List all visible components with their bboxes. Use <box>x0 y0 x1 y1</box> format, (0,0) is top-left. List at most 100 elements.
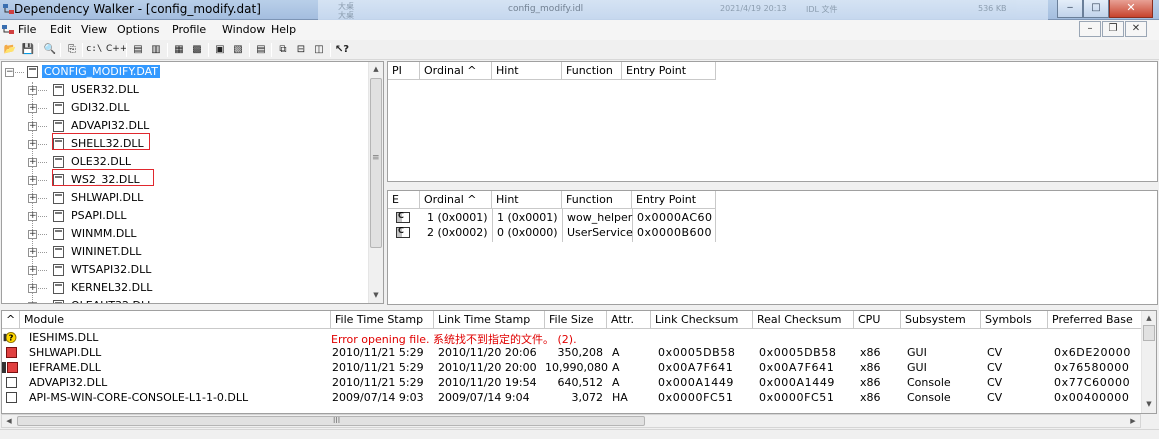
menu-help[interactable]: Help <box>271 23 296 36</box>
open-icon[interactable]: 📂 <box>2 42 18 57</box>
expand-icon[interactable]: + <box>28 86 37 95</box>
scroll-up-icon[interactable]: ▲ <box>369 62 383 77</box>
document-icon[interactable] <box>1 24 15 36</box>
table-row[interactable]: API-MS-WIN-CORE-CONSOLE-L1-1-0.DLL 2009/0… <box>2 390 1142 405</box>
tree-item-label[interactable]: WININET.DLL <box>69 245 143 258</box>
horizontal-scrollbar[interactable]: ◀ III ▶ <box>1 414 1141 428</box>
col-header-preferred-base[interactable]: Preferred Base <box>1048 311 1142 329</box>
expand-icon[interactable]: + <box>28 194 37 203</box>
scroll-right-icon[interactable]: ▶ <box>1126 415 1140 427</box>
tree-item-label[interactable]: GDI32.DLL <box>69 101 131 114</box>
col-header-link-checksum[interactable]: Link Checksum <box>651 311 753 329</box>
tree-item-label[interactable]: KERNEL32.DLL <box>69 281 154 294</box>
col-header-function[interactable]: Function <box>562 62 622 80</box>
find-icon[interactable]: ⎘ <box>64 42 80 57</box>
mdi-restore-button[interactable]: ❐ <box>1102 21 1124 37</box>
tree-item-label[interactable]: USER32.DLL <box>69 83 141 96</box>
expand-icon[interactable]: + <box>28 266 37 275</box>
close-button[interactable]: ✕ <box>1109 0 1153 18</box>
menu-window[interactable]: Window <box>222 23 265 36</box>
maximize-button[interactable]: □ <box>1083 0 1109 18</box>
menu-profile[interactable]: Profile <box>172 23 206 36</box>
exports-pane[interactable]: E Ordinal ^ Hint Function Entry Point 1 … <box>387 190 1158 305</box>
tree-item-label[interactable]: WINMM.DLL <box>69 227 139 240</box>
expand-icon[interactable]: + <box>28 212 37 221</box>
col-header-ordinal[interactable]: Ordinal ^ <box>420 62 492 80</box>
module-dependency-tree[interactable]: − CONFIG_MODIFY.DAT + USER32.DLL + GDI32.DL… <box>1 61 384 304</box>
system-info-icon[interactable]: ▤ <box>253 42 269 57</box>
menu-edit[interactable]: Edit <box>50 23 71 36</box>
tree-root-label[interactable]: CONFIG_MODIFY.DAT <box>42 65 161 78</box>
col-header-file-time-stamp[interactable]: File Time Stamp <box>331 311 434 329</box>
mdi-close-button[interactable]: ✕ <box>1125 21 1147 37</box>
col-header-entry-point[interactable]: Entry Point <box>622 62 716 80</box>
expand-icon[interactable]: + <box>28 104 37 113</box>
help-icon[interactable]: ↖? <box>334 42 350 57</box>
expand-icon[interactable]: + <box>28 122 37 131</box>
scroll-thumb[interactable]: III <box>17 416 645 426</box>
config-icon[interactable]: ▦ <box>171 42 187 57</box>
tile-horizontal-icon[interactable]: ⊟ <box>293 42 309 57</box>
external-viewer-icon[interactable]: ▧ <box>230 42 246 57</box>
scroll-down-icon[interactable]: ▼ <box>369 288 383 303</box>
menu-view[interactable]: View <box>81 23 107 36</box>
tree-item-label[interactable]: OLE32.DLL <box>69 155 133 168</box>
undecorate-icon[interactable]: C++ <box>106 42 127 57</box>
table-row[interactable]: SHLWAPI.DLL 2010/11/21 5:29 2010/11/20 20:… <box>2 345 1142 360</box>
tree-item-label[interactable]: WTSAPI32.DLL <box>69 263 153 276</box>
col-header-attr[interactable]: Attr. <box>607 311 651 329</box>
tree-item-label[interactable]: ADVAPI32.DLL <box>69 119 151 132</box>
module-vertical-scrollbar[interactable]: ▲ ▼ <box>1141 311 1156 413</box>
table-row[interactable]: IEFRAME.DLL 2010/11/21 5:29 2010/11/20 20:… <box>2 360 1142 375</box>
menu-options[interactable]: Options <box>117 23 159 36</box>
module-list-icon[interactable]: ▤ <box>130 42 146 57</box>
save-icon[interactable]: 💾 <box>20 42 36 57</box>
expand-icon[interactable]: + <box>28 248 37 257</box>
scroll-thumb[interactable] <box>1143 325 1155 341</box>
col-header-function[interactable]: Function <box>562 191 632 209</box>
col-header-subsystem[interactable]: Subsystem <box>901 311 981 329</box>
tree-item-label[interactable]: SHLWAPI.DLL <box>69 191 145 204</box>
log-icon[interactable]: ▩ <box>189 42 205 57</box>
expand-icon[interactable]: + <box>28 284 37 293</box>
expand-icon[interactable]: ▥ <box>148 42 164 57</box>
col-header-module[interactable]: Module <box>20 311 331 329</box>
module-list[interactable]: ^ Module File Time Stamp Link Time Stamp… <box>1 310 1157 414</box>
export-row[interactable]: 2 (0x0002) 0 (0x0000) UserService 0x0000B60… <box>388 226 718 241</box>
scroll-up-icon[interactable]: ▲ <box>1142 311 1156 325</box>
col-header-symbols[interactable]: Symbols <box>981 311 1048 329</box>
col-header-cpu[interactable]: CPU <box>854 311 901 329</box>
scroll-thumb[interactable] <box>370 78 382 248</box>
expand-icon[interactable]: + <box>28 140 37 149</box>
export-row[interactable]: 1 (0x0001) 1 (0x0001) wow_helper 0x0000AC60 <box>388 211 718 226</box>
col-header-e[interactable]: E <box>388 191 420 209</box>
cascade-icon[interactable]: ⧉ <box>275 42 291 57</box>
properties-icon[interactable]: ▣ <box>212 42 228 57</box>
copy-icon[interactable]: 🔍 <box>42 42 58 57</box>
col-header-file-size[interactable]: File Size <box>545 311 607 329</box>
minimize-button[interactable]: ‒ <box>1057 0 1083 18</box>
tree-vertical-scrollbar[interactable]: ▲ ≡ ▼ <box>368 62 383 303</box>
parent-imports-pane[interactable]: PI Ordinal ^ Hint Function Entry Point <box>387 61 1158 182</box>
expand-icon[interactable]: + <box>28 302 37 303</box>
table-row[interactable]: ADVAPI32.DLL 2010/11/21 5:29 2010/11/20 19… <box>2 375 1142 390</box>
table-row[interactable]: ? IESHIMS.DLL Error opening file. 系统找不到指… <box>2 330 1142 346</box>
expand-icon[interactable]: + <box>28 176 37 185</box>
fullpaths-icon[interactable]: c:\ <box>86 42 102 57</box>
col-header-pi[interactable]: PI <box>388 62 420 80</box>
col-header-ordinal[interactable]: Ordinal ^ <box>420 191 492 209</box>
tile-vertical-icon[interactable]: ◫ <box>311 42 327 57</box>
collapse-icon[interactable]: − <box>5 68 14 77</box>
col-header-link-time-stamp[interactable]: Link Time Stamp <box>434 311 545 329</box>
tree-item-label[interactable]: PSAPI.DLL <box>69 209 128 222</box>
mdi-minimize-button[interactable]: – <box>1079 21 1101 37</box>
col-header-entry-point[interactable]: Entry Point <box>632 191 716 209</box>
col-header-sort[interactable]: ^ <box>2 311 20 329</box>
expand-icon[interactable]: + <box>28 158 37 167</box>
col-header-hint[interactable]: Hint <box>492 62 562 80</box>
scroll-down-icon[interactable]: ▼ <box>1142 397 1156 411</box>
expand-icon[interactable]: + <box>28 230 37 239</box>
tree-item-label[interactable]: OLEAUT32.DLL <box>69 299 155 303</box>
col-header-real-checksum[interactable]: Real Checksum <box>753 311 854 329</box>
scroll-left-icon[interactable]: ◀ <box>2 415 16 427</box>
